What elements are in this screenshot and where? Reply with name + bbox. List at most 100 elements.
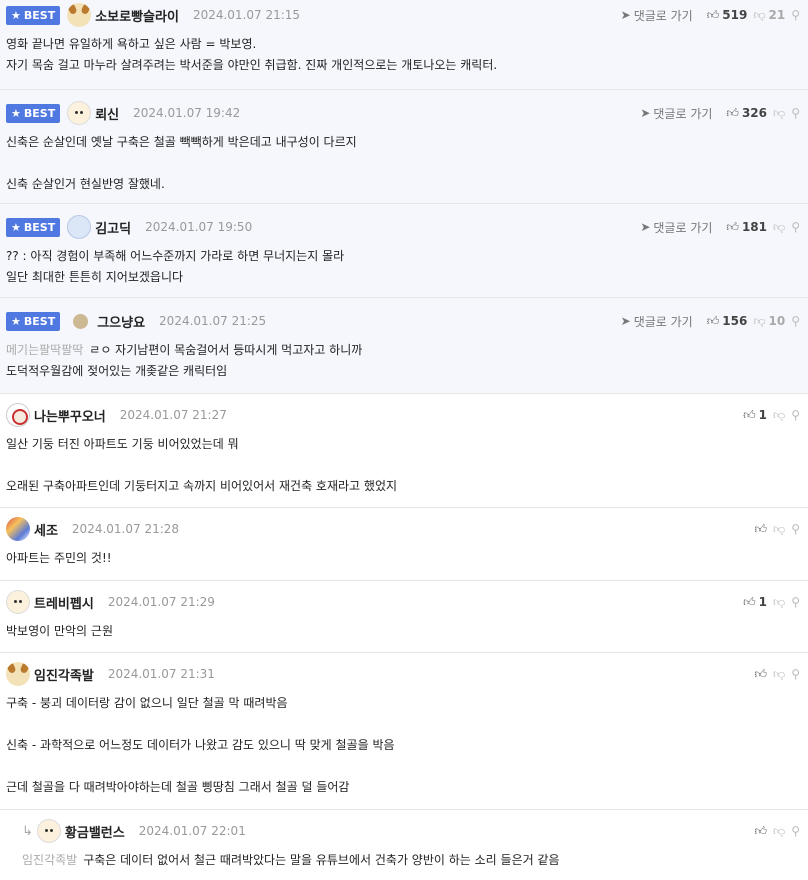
avatar[interactable] (6, 590, 30, 614)
best-badge: ★ BEST (6, 5, 61, 25)
star-icon: ★ (11, 314, 21, 328)
like-button[interactable]: 👍︎ 1 (743, 408, 767, 423)
comment-text: 일산 기둥 터진 아파트도 기둥 비어있었는데 뭐 오래된 구축아파트인데 기둥… (6, 437, 398, 493)
best-badge: ★ BEST (6, 103, 61, 123)
share-icon[interactable]: ⚲ (791, 314, 800, 328)
nickname[interactable]: 뢰신 (95, 104, 119, 123)
share-icon[interactable]: ⚲ (791, 667, 800, 681)
avatar[interactable] (6, 517, 30, 541)
like-button[interactable]: 👍︎ 156 (707, 314, 748, 329)
share-icon[interactable]: ⚲ (791, 522, 800, 536)
share-icon[interactable]: ⚲ (791, 220, 800, 234)
thumbs-up-icon: 👍︎ (743, 407, 756, 422)
send-icon: ➤ (620, 8, 631, 22)
comment-text: 영화 끝나면 유일하게 욕하고 싶은 사람 = 박보영. 자기 목숨 걸고 마누… (6, 37, 498, 72)
thumbs-up-icon: 👍︎ (706, 313, 720, 328)
comment-text: 구축 - 붕괴 데이터랑 감이 없으니 일단 철골 막 때려박음 신축 - 과학… (6, 696, 395, 794)
like-button[interactable]: 👍︎ 1 (743, 595, 767, 610)
like-button[interactable]: 👍︎ 519 (707, 8, 748, 23)
thumbs-down-icon: 👎︎ (773, 521, 786, 536)
goto-comment-link[interactable]: ➤ 댓글로 가기 (640, 219, 712, 236)
comment-text: 신축은 순살인데 옛날 구축은 철골 빽빽하게 박은데고 내구성이 다르지 신축… (6, 135, 357, 191)
like-button[interactable]: 👍︎ (754, 522, 767, 537)
comment-date: 2024.01.07 21:31 (107, 667, 215, 681)
thumbs-up-icon: 👍︎ (706, 7, 720, 22)
send-icon: ➤ (620, 314, 631, 328)
reply-arrow-icon: ↳ (22, 823, 33, 839)
comment-item: ★ BEST 뢰신 2024.01.07 19:42 ➤ 댓글로 가기 👍︎ 326 … (0, 90, 808, 204)
like-button[interactable]: 👍︎ 326 (726, 106, 767, 121)
thumbs-up-icon: 👍︎ (743, 594, 756, 609)
thumbs-down-icon: 👎︎ (753, 313, 766, 328)
dislike-button[interactable]: 👎︎ (773, 106, 785, 121)
dislike-button[interactable]: 👎︎ 21 (753, 8, 785, 23)
avatar[interactable] (67, 3, 92, 27)
goto-comment-link[interactable]: ➤ 댓글로 가기 (640, 105, 712, 122)
thumbs-down-icon: 👎︎ (773, 105, 786, 120)
goto-comment-link[interactable]: ➤ 댓글로 가기 (621, 7, 693, 24)
avatar[interactable] (6, 662, 30, 686)
comment-date: 2024.01.07 22:01 (138, 824, 246, 838)
comment-item: ★ BEST 소보로빵슬라이 2024.01.07 21:15 ➤ 댓글로 가기 👍… (0, 0, 808, 90)
nickname[interactable]: 임진각족발 (34, 665, 94, 684)
avatar[interactable] (67, 215, 92, 239)
nickname[interactable]: 트레비펩시 (34, 593, 94, 612)
dislike-button[interactable]: 👎︎ (773, 522, 785, 537)
dislike-button[interactable]: 👎︎ (773, 667, 785, 682)
thumbs-down-icon: 👎︎ (773, 594, 786, 609)
share-icon[interactable]: ⚲ (791, 595, 800, 609)
thumbs-up-icon: 👍︎ (754, 666, 768, 681)
comment-date: 2024.01.07 19:42 (133, 106, 241, 120)
thumbs-up-icon: 👍︎ (726, 219, 739, 234)
share-icon[interactable]: ⚲ (791, 106, 800, 120)
dislike-button[interactable]: 👎︎ 10 (753, 314, 785, 329)
comment-date: 2024.01.07 19:50 (145, 220, 253, 234)
best-badge: ★ BEST (6, 217, 61, 237)
comment-date: 2024.01.07 21:28 (71, 522, 180, 536)
share-icon[interactable]: ⚲ (791, 824, 800, 838)
avatar[interactable] (73, 313, 89, 329)
avatar[interactable] (36, 819, 61, 843)
dislike-button[interactable]: 👎︎ (773, 595, 785, 610)
comment-text: 메기는팔딱팔딱 ㄹㅇ 자기남편이 목숨걸어서 등따시게 먹고자고 하니까 도덕적우… (6, 343, 363, 378)
mention[interactable]: 임진각족발 (22, 853, 77, 867)
best-badge: ★ BEST (6, 311, 61, 331)
avatar[interactable] (67, 101, 92, 125)
comment-text: 아파트는 주민의 것!! (6, 551, 112, 565)
comment-text: ?? : 아직 경험이 부족해 어느수준까지 가라로 하면 무너지는지 몰라 일… (6, 249, 345, 284)
comment-text: 임진각족발 구축은 데이터 없어서 철근 때려박았다는 말을 유튜브에서 건축가 … (22, 853, 560, 867)
nickname[interactable]: 세조 (34, 520, 58, 539)
dislike-button[interactable]: 👎︎ (773, 408, 785, 423)
nickname[interactable]: 황금밸런스 (65, 822, 125, 841)
nickname[interactable]: 나는뿌꾸오너 (34, 406, 106, 425)
avatar[interactable] (6, 403, 30, 427)
nickname[interactable]: 소보로빵슬라이 (95, 6, 179, 25)
comment-item: 세조 2024.01.07 21:28 👍︎ 👎︎ ⚲ 아파트는 주민의 것!! (0, 508, 808, 581)
nickname[interactable]: 그으냥요 (97, 312, 145, 331)
comment-item: ★ BEST 김고딕 2024.01.07 19:50 ➤ 댓글로 가기 👍︎ 181… (0, 204, 808, 298)
like-button[interactable]: 👍︎ 181 (726, 220, 767, 235)
thumbs-up-icon: 👍︎ (726, 105, 739, 120)
thumbs-down-icon: 👎︎ (753, 7, 766, 22)
thumbs-down-icon: 👎︎ (773, 407, 786, 422)
goto-comment-link[interactable]: ➤ 댓글로 가기 (621, 313, 693, 330)
comment-item: 임진각족발 2024.01.07 21:31 👍︎ 👎︎ ⚲ 구축 - 붕괴 데… (0, 653, 808, 810)
send-icon: ➤ (640, 220, 651, 234)
thumbs-down-icon: 👎︎ (773, 666, 786, 681)
comment-item: 나는뿌꾸오너 2024.01.07 21:27 👍︎ 1 👎︎ ⚲ 일산 기둥 터… (0, 394, 808, 508)
dislike-button[interactable]: 👎︎ (773, 220, 785, 235)
share-icon[interactable]: ⚲ (791, 8, 800, 22)
dislike-button[interactable]: 👎︎ (773, 824, 785, 839)
star-icon: ★ (11, 8, 21, 22)
mention[interactable]: 메기는팔딱팔딱 (6, 343, 83, 357)
send-icon: ➤ (640, 106, 651, 120)
nickname[interactable]: 김고딕 (95, 218, 131, 237)
comment-date: 2024.01.07 21:27 (119, 408, 227, 422)
like-button[interactable]: 👍︎ (754, 667, 767, 682)
thumbs-up-icon: 👍︎ (754, 823, 768, 838)
reply-item: ↳ 황금밸런스 2024.01.07 22:01 👍︎ 👎︎ ⚲ 임진각족발 구축… (0, 810, 808, 880)
like-button[interactable]: 👍︎ (754, 824, 767, 839)
star-icon: ★ (11, 106, 21, 120)
thumbs-up-icon: 👍︎ (754, 521, 768, 536)
share-icon[interactable]: ⚲ (791, 408, 800, 422)
